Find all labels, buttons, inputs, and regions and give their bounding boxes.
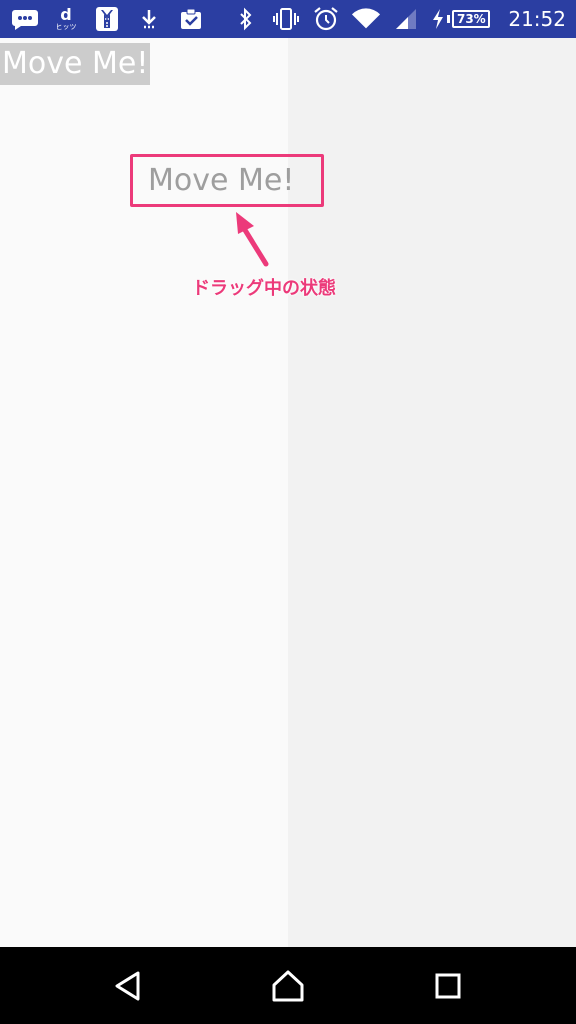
back-icon [115, 971, 140, 1000]
battery-nub [447, 15, 451, 23]
battery-percent: 73% [452, 10, 491, 28]
home-icon [272, 970, 304, 1001]
home-button[interactable] [248, 947, 328, 1024]
battery-indicator: 73% [431, 6, 491, 32]
vibrate-icon [271, 6, 301, 32]
charging-icon [431, 6, 445, 32]
right-pane [288, 38, 576, 947]
message-icon [10, 6, 40, 32]
drag-shadow-label: Move Me! [148, 163, 295, 198]
bluetooth-icon [231, 6, 261, 32]
annotation-arrow-icon [236, 212, 269, 267]
annotation-highlight-box: Move Me! [130, 154, 324, 207]
annotation-text: ドラッグ中の状態 [192, 278, 336, 299]
docomo-d-letter: d [60, 5, 72, 24]
tuxedo-app-icon [92, 6, 122, 32]
status-bar: d ヒッツ 73% 21:52 [0, 0, 576, 38]
navigation-bar [0, 947, 576, 1024]
recents-button[interactable] [408, 947, 488, 1024]
docomo-d-sub: ヒッツ [55, 23, 77, 31]
notification-icons: d ヒッツ [10, 0, 206, 38]
status-clock: 21:52 [508, 7, 566, 31]
docomo-d-icon: d ヒッツ [52, 6, 80, 32]
app-content: Move Me! Move Me! ドラッグ中の状態 [0, 38, 576, 947]
cell-signal-icon [391, 6, 421, 32]
wifi-icon [351, 6, 381, 32]
clipboard-check-icon [176, 6, 206, 32]
download-icon [134, 6, 164, 32]
back-button[interactable] [88, 947, 168, 1024]
draggable-label[interactable]: Move Me! [0, 43, 151, 85]
recents-icon [435, 973, 461, 998]
system-icons: 73% 21:52 [231, 0, 566, 38]
alarm-icon [311, 6, 341, 32]
